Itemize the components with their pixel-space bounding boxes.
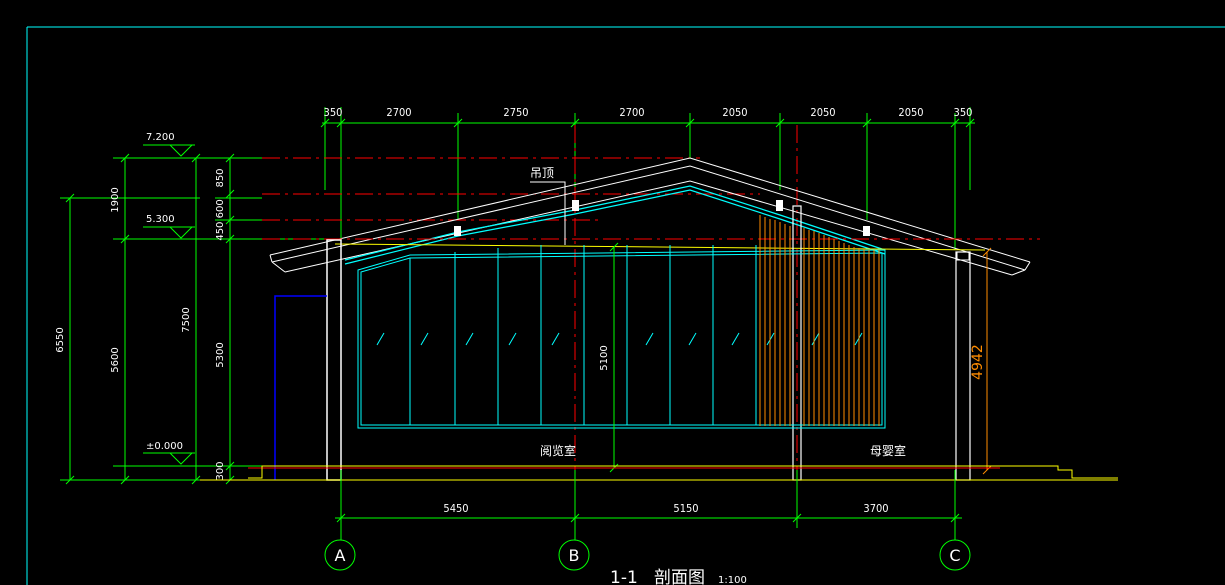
- top-dim-5: 2050: [722, 106, 747, 119]
- left-door-frame: [274, 295, 327, 480]
- dim-850: 850: [215, 168, 226, 187]
- level-eave: 5.300: [146, 214, 175, 225]
- dim-5100: 5100: [599, 345, 610, 370]
- top-dim-7: 2050: [898, 106, 923, 119]
- top-dim-1: 350: [324, 106, 343, 119]
- bottom-dimension-chain: [324, 470, 971, 571]
- top-dim-3: 2750: [503, 106, 528, 119]
- room-nursing: 母婴室: [870, 443, 906, 458]
- top-dim-2: 2700: [386, 106, 411, 119]
- level-top: 7.200: [146, 132, 175, 143]
- interior-height-dim: [609, 242, 619, 473]
- top-dim-8: 350: [954, 106, 973, 119]
- left-dimensions: [60, 144, 330, 485]
- bottom-dim-1: 5450: [443, 502, 468, 515]
- dim-4942: 4942: [970, 344, 986, 380]
- dim-450-600: 450 600: [215, 199, 226, 240]
- top-dim-6: 2050: [810, 106, 835, 119]
- dim-6550: 6550: [55, 327, 66, 352]
- drawing-scale: 1:100: [718, 575, 747, 585]
- dim-5600: 5600: [110, 347, 121, 372]
- dim-5300: 5300: [215, 342, 226, 367]
- bottom-dim-3: 3700: [863, 502, 888, 515]
- room-reading: 阅览室: [540, 443, 576, 458]
- glass-wall: [357, 245, 886, 429]
- level-ground: ±0.000: [146, 441, 183, 452]
- dim-1900: 1900: [110, 187, 121, 212]
- axis-b: B: [569, 546, 580, 565]
- ceiling-line: [334, 243, 986, 251]
- ceiling-label: 吊顶: [530, 166, 554, 180]
- dim-7500: 7500: [181, 307, 192, 332]
- bottom-dim-2: 5150: [673, 502, 698, 515]
- drawing-title: 1-1 剖面图: [610, 568, 705, 585]
- roof: [269, 157, 1031, 276]
- section-drawing: 350 2700 2750 2700 2050 2050 2050 350 7.…: [26, 26, 1225, 585]
- dim-300: 300: [215, 461, 226, 480]
- axis-a: A: [335, 546, 346, 565]
- ground: [200, 465, 1118, 481]
- axis-c: C: [949, 546, 960, 565]
- top-dim-4: 2700: [619, 106, 644, 119]
